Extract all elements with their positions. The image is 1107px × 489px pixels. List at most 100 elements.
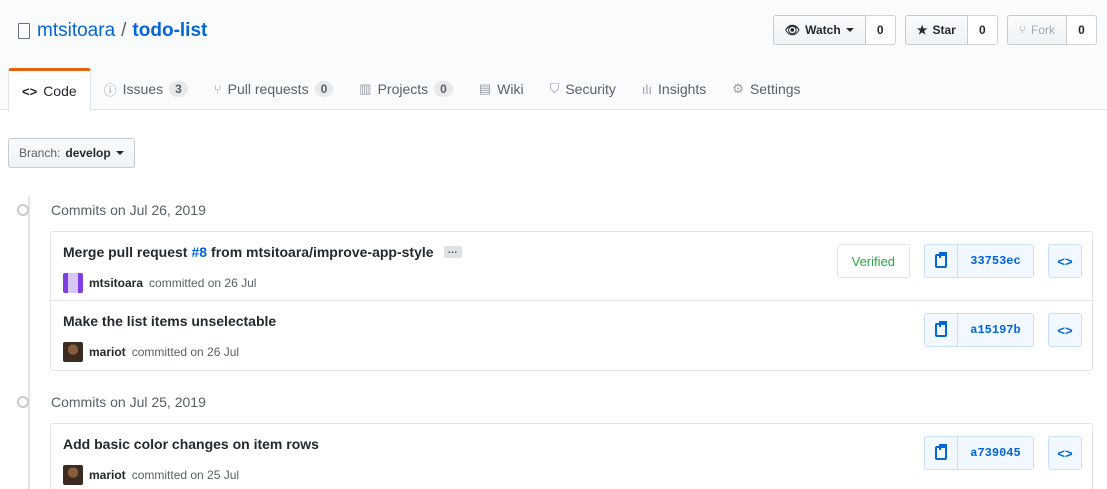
star-label: Star [932,23,956,37]
browse-repo-button[interactable]: <> [1048,313,1082,347]
browse-repo-button[interactable]: <> [1048,436,1082,470]
caret-down-icon [115,151,124,155]
commit-message-text: Make the list items unselectable [63,313,277,329]
tab-label: Code [43,83,77,99]
branch-name: develop [65,146,111,160]
avatar[interactable] [63,273,83,293]
watch-count[interactable]: 0 [865,15,896,45]
tab-security[interactable]: ⛉ Security [537,68,629,110]
repo-icon [18,23,30,39]
repo-owner-link[interactable]: mtsitoara [37,20,115,42]
commit-group: Merge pull request #8 from mtsitoara/imp… [50,231,1093,371]
commit-actions: a739045 <> [924,436,1082,470]
tab-projects[interactable]: ▥ Projects 0 [346,68,466,110]
tab-label: Projects [377,81,429,97]
commit-dot-icon [17,204,29,216]
star-count[interactable]: 0 [967,15,998,45]
repo-name-link[interactable]: todo-list [132,20,207,42]
sha-group: a15197b [924,313,1034,347]
commit-date: committed on 26 Jul [149,276,257,290]
verified-badge[interactable]: Verified [836,244,910,278]
repo-header: mtsitoara / todo-list 👁 Watch 0 ★ Star 0… [0,0,1107,111]
commit-message-text: from mtsitoara/improve-app-style [211,244,434,260]
graph-icon: ılı [641,81,653,97]
tab-pull-requests[interactable]: ⑂ Pull requests 0 [201,68,346,110]
sha-group: a739045 [924,436,1034,470]
commit-group-date: Commits on Jul 25, 2019 [51,394,206,410]
book-icon: ▤ [478,81,492,96]
repo-title-separator: / [121,20,127,41]
commit-timeline [28,196,30,489]
clipboard-icon [935,252,947,268]
fork-button[interactable]: ⑂ Fork [1006,15,1067,45]
commit-group-heading: Commits on Jul 25, 2019 [17,394,206,410]
avatar[interactable] [63,342,83,362]
star-icon: ★ [916,23,928,37]
commit-group: Add basic color changes on item rows mar… [50,423,1093,489]
commit-message[interactable]: Make the list items unselectable [63,313,276,329]
pull-request-link[interactable]: #8 [191,244,207,260]
commit-message-text: Add basic color changes on item rows [63,436,319,452]
shield-icon: ⛉ [549,81,560,96]
watch-control: 👁 Watch 0 [772,15,896,45]
commit-meta: mariot committed on 26 Jul [63,342,239,362]
commit-dot-icon [17,396,29,408]
tab-insights[interactable]: ılı Insights [629,68,719,110]
copy-sha-button[interactable] [924,313,958,347]
tab-code[interactable]: <> Code [8,68,91,111]
tab-wiki[interactable]: ▤ Wiki [466,68,537,110]
commit-date: committed on 26 Jul [131,345,240,359]
copy-sha-button[interactable] [924,436,958,470]
project-icon: ▥ [359,81,372,96]
commit-row: Make the list items unselectable mariot … [51,301,1092,370]
commit-sha-link[interactable]: a739045 [958,436,1034,470]
issues-counter: 3 [169,81,188,97]
repo-title: mtsitoara / todo-list [18,20,207,42]
watch-button[interactable]: 👁 Watch [772,15,866,45]
tab-label: Security [565,81,616,97]
commit-group-date: Commits on Jul 26, 2019 [51,202,206,218]
gear-icon: ⚙ [732,81,744,96]
branch-select[interactable]: Branch: develop [8,138,135,168]
clipboard-icon [935,444,947,460]
fork-label: Fork [1031,23,1055,37]
commit-sha-link[interactable]: 33753ec [958,244,1034,278]
commit-message-text: Merge pull request [63,244,188,260]
tab-settings[interactable]: ⚙ Settings [719,68,813,110]
pull-request-icon: ⑂ [213,81,222,97]
commit-meta: mtsitoara committed on 26 Jul [63,273,256,293]
copy-sha-button[interactable] [924,244,958,278]
commit-actions: a15197b <> [924,313,1082,347]
watch-label: Watch [805,23,841,37]
commit-meta: mariot committed on 25 Jul [63,465,239,485]
commit-author[interactable]: mariot [89,345,126,359]
tab-label: Insights [658,81,707,97]
fork-icon: ⑂ [1018,23,1026,37]
commit-message[interactable]: Merge pull request #8 from mtsitoara/imp… [63,244,462,260]
star-control: ★ Star 0 [904,15,998,45]
tab-label: Issues [122,81,164,97]
commit-date: committed on 25 Jul [131,468,240,482]
expand-message-button[interactable]: … [443,246,462,258]
tab-label: Settings [749,81,801,97]
tab-label: Pull requests [227,81,309,97]
branch-prefix: Branch: [19,146,61,160]
commit-message[interactable]: Add basic color changes on item rows [63,436,319,452]
browse-repo-button[interactable]: <> [1048,244,1082,278]
avatar[interactable] [63,465,83,485]
clipboard-icon [935,321,947,337]
issue-icon: ⓘ [103,82,117,98]
sha-group: 33753ec [924,244,1034,278]
commit-author[interactable]: mariot [89,468,126,482]
commit-row: Add basic color changes on item rows mar… [51,424,1092,489]
commit-sha-link[interactable]: a15197b [958,313,1034,347]
pull-requests-counter: 0 [314,81,334,97]
projects-counter: 0 [434,81,453,97]
tab-issues[interactable]: ⓘ Issues 3 [91,68,201,110]
repo-tabs: <> Code ⓘ Issues 3 ⑂ Pull requests 0 ▥ P… [8,68,814,111]
commit-author[interactable]: mtsitoara [89,276,143,290]
caret-down-icon [845,28,854,32]
fork-count[interactable]: 0 [1067,15,1097,45]
repo-actions: 👁 Watch 0 ★ Star 0 ⑂ Fork 0 [772,15,1097,45]
star-button[interactable]: ★ Star [904,15,968,45]
